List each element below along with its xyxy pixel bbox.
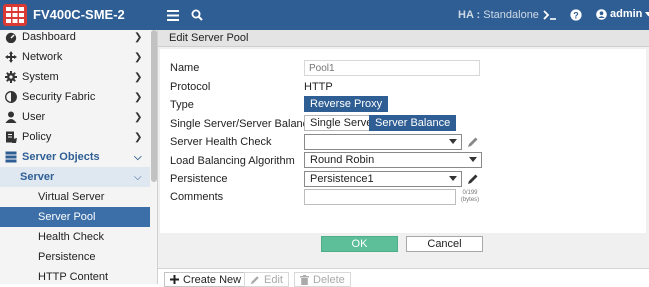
comments-textarea[interactable] (304, 189, 456, 205)
sidebar-item-label: Network (22, 51, 63, 63)
plus-icon (170, 275, 179, 284)
name-input[interactable] (304, 60, 480, 76)
hamburger-menu-icon[interactable] (166, 6, 180, 24)
sidebar-item-server-objects[interactable]: Server Objects ⌵ (0, 147, 150, 167)
network-icon (5, 51, 17, 63)
sidebar-item-security-fabric[interactable]: Security Fabric ❯ (0, 87, 150, 107)
sidebar-item-label: Persistence (38, 251, 96, 263)
sidebar-item-label: System (22, 71, 59, 83)
sidebar-scrollbar[interactable] (151, 30, 157, 182)
sidebar-item-label: Health Check (38, 231, 105, 243)
health-check-select[interactable] (304, 134, 462, 150)
type-reverse-proxy-button[interactable]: Reverse Proxy (304, 96, 389, 112)
comments-counter-unit: (bytes) (460, 197, 480, 203)
help-icon[interactable]: ? (569, 6, 583, 24)
sidebar-item-http-content[interactable]: HTTP Content (0, 267, 150, 287)
edit-pencil-icon[interactable] (467, 136, 479, 148)
sidebar-item-label: HTTP Content (38, 271, 109, 283)
user-icon (5, 111, 17, 123)
sidebar-item-policy[interactable]: Policy ❯ (0, 127, 150, 147)
sidebar-item-label: Server Pool (38, 211, 96, 223)
chevron-right-icon: ❯ (134, 111, 143, 123)
edit-pencil-icon[interactable] (467, 173, 479, 185)
cli-console-icon[interactable] (542, 6, 558, 24)
main-content: Edit Server Pool Name Protocol HTTP Type… (158, 30, 649, 287)
persistence-select[interactable]: Persistence1 (304, 171, 462, 187)
sidebar-item-persistence[interactable]: Persistence (0, 247, 150, 267)
sidebar-item-system[interactable]: System ❯ (0, 67, 150, 87)
gear-icon (5, 71, 17, 83)
search-icon[interactable] (190, 6, 204, 24)
create-new-button[interactable]: Create New (164, 272, 248, 287)
sidebar-item-label: Dashboard (22, 31, 76, 43)
algorithm-value: Round Robin (310, 154, 375, 166)
comments-label: Comments (170, 191, 224, 203)
algorithm-select[interactable]: Round Robin (304, 152, 482, 168)
comments-counter: 0/199 (bytes) (459, 190, 481, 204)
chevron-right-icon: ❯ (134, 31, 143, 43)
chevron-right-icon: ❯ (134, 51, 143, 63)
edit-button[interactable]: Edit (244, 272, 289, 287)
security-fabric-icon (5, 91, 17, 103)
form-button-bar: OK Cancel (160, 233, 646, 255)
dropdown-arrow-icon (469, 157, 477, 162)
chevron-down-icon: ⌵ (134, 151, 142, 163)
protocol-label: Protocol (170, 81, 211, 93)
trash-icon (300, 274, 309, 285)
user-circle-icon (596, 8, 607, 20)
sidebar-item-label: Security Fabric (22, 91, 96, 103)
chevron-right-icon: ❯ (134, 91, 143, 103)
user-name: admin (610, 8, 643, 20)
ok-button[interactable]: OK (321, 236, 398, 252)
server-icon (5, 151, 17, 163)
sidebar-item-health-check[interactable]: Health Check (0, 227, 150, 247)
edit-server-pool-form: Name Protocol HTTP Type Reverse Proxy Si… (160, 49, 646, 233)
persistence-label: Persistence (170, 173, 228, 185)
persistence-value: Persistence1 (310, 173, 374, 185)
sidebar-item-network[interactable]: Network ❯ (0, 47, 150, 67)
list-toolbar: Create New Edit Delete (158, 268, 649, 287)
name-label: Name (170, 62, 200, 74)
sidebar-item-label: User (22, 111, 46, 123)
fortinet-logo-icon (3, 4, 27, 26)
protocol-value: HTTP (304, 81, 333, 93)
device-name: FV400C-SME-2 (33, 7, 125, 22)
caret-down-icon (645, 11, 649, 16)
policy-icon (5, 131, 17, 143)
sidebar-item-dashboard[interactable]: Dashboard ❯ (0, 27, 150, 47)
chevron-down-icon: ⌵ (134, 171, 142, 183)
top-bar: FV400C-SME-2 HA : Standalone ? admin (0, 0, 649, 30)
sidebar-item-label: Policy (22, 131, 52, 143)
sidebar-item-label: Server Objects (22, 151, 100, 163)
user-menu[interactable]: admin (596, 8, 649, 20)
cancel-button[interactable]: Cancel (406, 236, 483, 252)
dropdown-arrow-icon (449, 139, 457, 144)
sidebar: Dashboard ❯ Network ❯ System ❯ Security … (0, 30, 158, 284)
ha-label: HA : (458, 9, 481, 21)
ha-status: HA : Standalone (458, 9, 539, 21)
chevron-right-icon: ❯ (134, 71, 143, 83)
type-label: Type (170, 99, 194, 111)
sidebar-item-label: Server (20, 171, 55, 183)
sidebar-item-server[interactable]: Server ⌵ (0, 167, 150, 187)
edit-pencil-icon (250, 275, 259, 284)
dropdown-arrow-icon (449, 176, 457, 181)
panel-title: Edit Server Pool (158, 30, 649, 47)
sidebar-item-virtual-server[interactable]: Virtual Server (0, 187, 150, 207)
comments-counter-value: 0/199 (462, 190, 478, 196)
svg-text:?: ? (573, 10, 579, 20)
server-balance-toggle[interactable]: Server Balance (369, 115, 457, 131)
balance-label: Single Server/Server Balance (170, 118, 315, 130)
health-check-label: Server Health Check (170, 136, 272, 148)
delete-button[interactable]: Delete (294, 272, 351, 287)
sidebar-item-server-pool[interactable]: Server Pool (0, 207, 150, 227)
ha-value: Standalone (483, 9, 539, 21)
dashboard-icon (5, 31, 17, 43)
sidebar-item-label: Virtual Server (38, 191, 105, 203)
algorithm-label: Load Balancing Algorithm (170, 155, 295, 167)
chevron-right-icon: ❯ (134, 131, 143, 143)
sidebar-item-user[interactable]: User ❯ (0, 107, 150, 127)
